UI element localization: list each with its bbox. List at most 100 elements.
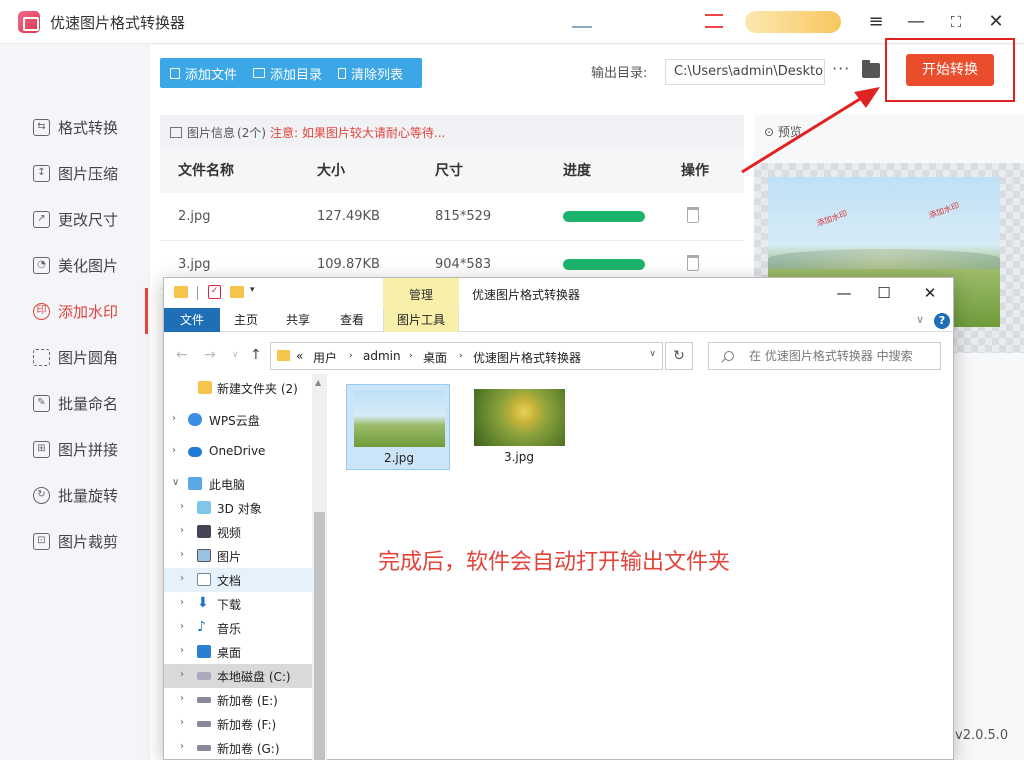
- breadcrumb[interactable]: 桌面: [423, 349, 447, 366]
- convert-icon: ⇆: [33, 118, 50, 136]
- version-label: v2.0.5.0: [955, 728, 1009, 743]
- add-file-button[interactable]: 添加文件: [160, 64, 243, 83]
- drive-icon: [197, 745, 211, 751]
- sidebar-item-resize[interactable]: ↗ 更改尺寸: [0, 196, 148, 242]
- nav-item-drive-c[interactable]: › 本地磁盘 (C:): [164, 664, 312, 688]
- minimize-button[interactable]: —: [824, 280, 864, 306]
- close-button[interactable]: ✕: [910, 280, 950, 306]
- computer-icon: [188, 477, 202, 490]
- tab-file[interactable]: 文件: [164, 308, 220, 332]
- output-dir-label: 输出目录:: [591, 66, 648, 81]
- status-icon[interactable]: [572, 16, 592, 28]
- search-input[interactable]: 在 优速图片格式转换器 中搜索: [708, 342, 941, 370]
- back-icon[interactable]: ←: [176, 347, 188, 363]
- nav-item-downloads[interactable]: › ⬇ 下载: [164, 592, 312, 616]
- maximize-button[interactable]: ⛶: [943, 9, 969, 35]
- chevron-down-icon[interactable]: ▾: [250, 285, 255, 295]
- sidebar-item-round-corner[interactable]: 图片圆角: [0, 334, 148, 380]
- annotation-text: 完成后，软件会自动打开输出文件夹: [378, 550, 731, 575]
- watermark-text: 添加水印: [927, 200, 961, 221]
- clear-list-button[interactable]: 清除列表: [328, 64, 409, 83]
- file-icon: [170, 67, 180, 79]
- nav-item-drive-f[interactable]: › 新加卷 (F:): [164, 712, 312, 736]
- table-header: 文件名称 大小 尺寸 进度 操作: [160, 149, 744, 193]
- menu-icon[interactable]: ≡: [863, 9, 889, 35]
- folder-icon: [174, 286, 188, 298]
- minimize-button[interactable]: —: [903, 9, 929, 35]
- highlight-box: [885, 38, 1015, 102]
- download-icon: ⬇: [197, 595, 209, 611]
- sidebar-item-rotate[interactable]: ↻ 批量旋转: [0, 472, 148, 518]
- info-note: 注意: 如果图片较大请耐心等待...: [270, 125, 446, 140]
- nav-item-pictures[interactable]: › 图片: [164, 544, 312, 568]
- nav-item-wps[interactable]: › WPS云盘: [164, 408, 312, 432]
- sidebar-item-crop[interactable]: ⊡ 图片裁剪: [0, 518, 148, 564]
- folder-icon: [253, 68, 266, 78]
- file-item[interactable]: 3.jpg: [467, 384, 571, 470]
- tab-picture-tools[interactable]: 图片工具: [383, 308, 459, 332]
- promo-icon[interactable]: [705, 14, 723, 28]
- chevron-down-icon[interactable]: ∨: [649, 349, 656, 359]
- sidebar-item-rename[interactable]: ✎ 批量命名: [0, 380, 148, 426]
- app-logo-icon: [18, 11, 40, 33]
- more-options-button[interactable]: ···: [832, 59, 850, 78]
- file-explorer-window: ✓ ▾ 管理 优速图片格式转换器 — ☐ ✕ 文件 主页 共享 查看 图片工具 …: [163, 277, 954, 760]
- address-bar[interactable]: « 用户 › admin › 桌面 › 优速图片格式转换器 ∨: [270, 342, 663, 370]
- nav-item-drive-g[interactable]: › 新加卷 (G:): [164, 736, 312, 760]
- table-row[interactable]: 2.jpg 127.49KB 815*529: [160, 193, 744, 241]
- nav-item-videos[interactable]: › 视频: [164, 520, 312, 544]
- recent-icon[interactable]: ∨: [232, 350, 239, 360]
- nav-item-drive-e[interactable]: › 新加卷 (E:): [164, 688, 312, 712]
- close-button[interactable]: ✕: [983, 9, 1009, 35]
- scroll-up-icon[interactable]: ▲: [315, 378, 321, 387]
- open-folder-icon[interactable]: [862, 60, 880, 78]
- nav-item-onedrive[interactable]: › OneDrive: [164, 440, 312, 464]
- round-corner-icon: [33, 348, 50, 366]
- sidebar-item-beautify[interactable]: ◔ 美化图片: [0, 242, 148, 288]
- breadcrumb[interactable]: 用户: [313, 349, 337, 366]
- nav-item-music[interactable]: › ♪ 音乐: [164, 616, 312, 640]
- nav-item-desktop[interactable]: › 桌面: [164, 640, 312, 664]
- video-icon: [197, 525, 211, 538]
- file-item[interactable]: 2.jpg: [346, 384, 450, 470]
- folder-icon: [277, 350, 290, 361]
- new-folder-icon[interactable]: [230, 286, 244, 298]
- nav-item-this-pc[interactable]: ∨ 此电脑: [164, 472, 312, 496]
- maximize-button[interactable]: ☐: [864, 280, 904, 306]
- desktop-icon: [197, 645, 211, 658]
- breadcrumb[interactable]: 优速图片格式转换器: [473, 349, 581, 366]
- vip-banner[interactable]: [745, 11, 841, 33]
- sidebar-item-compress[interactable]: ↕ 图片压缩: [0, 150, 148, 196]
- refresh-button[interactable]: ↻: [665, 342, 693, 370]
- delete-icon[interactable]: [687, 207, 699, 223]
- nav-item-documents[interactable]: › 文档: [164, 568, 312, 592]
- expand-ribbon-icon[interactable]: ∨: [916, 313, 924, 326]
- scroll-thumb[interactable]: [314, 512, 325, 760]
- cloud-icon: [188, 413, 202, 426]
- help-icon[interactable]: ?: [934, 313, 950, 329]
- breadcrumb[interactable]: admin: [363, 349, 401, 363]
- tab-share[interactable]: 共享: [276, 308, 320, 332]
- trash-icon: [338, 67, 347, 79]
- delete-icon[interactable]: [687, 255, 699, 271]
- sidebar-item-stitch[interactable]: ⊞ 图片拼接: [0, 426, 148, 472]
- beautify-icon: ◔: [33, 256, 50, 274]
- nav-scrollbar[interactable]: ▲: [312, 374, 327, 760]
- watermark-icon: 印: [33, 302, 50, 320]
- explorer-titlebar: ✓ ▾ 管理 优速图片格式转换器 — ☐ ✕: [164, 278, 953, 308]
- music-icon: ♪: [197, 619, 206, 635]
- tab-view[interactable]: 查看: [330, 308, 374, 332]
- properties-icon[interactable]: ✓: [208, 285, 221, 299]
- tab-home[interactable]: 主页: [224, 308, 268, 332]
- nav-item-new-folder[interactable]: 新建文件夹 (2): [164, 376, 312, 400]
- app-title: 优速图片格式转换器: [50, 14, 186, 32]
- drive-icon: [197, 672, 211, 680]
- add-directory-button[interactable]: 添加目录: [243, 64, 328, 83]
- sidebar-item-watermark[interactable]: 印添加水印: [0, 288, 148, 334]
- up-icon[interactable]: ↑: [250, 347, 262, 363]
- sidebar-item-convert[interactable]: ⇆ 格式转换: [0, 104, 148, 150]
- forward-icon[interactable]: →: [204, 347, 216, 363]
- nav-item-3d[interactable]: › 3D 对象: [164, 496, 312, 520]
- arrow-line: [741, 92, 869, 174]
- manage-tab[interactable]: 管理: [383, 278, 459, 308]
